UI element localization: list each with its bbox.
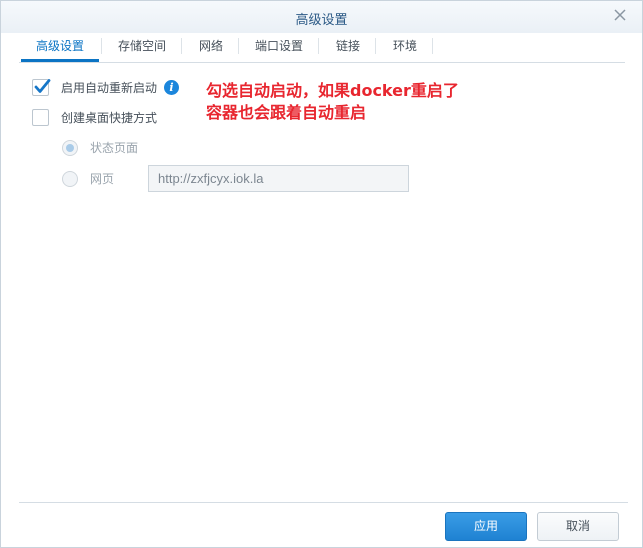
status-page-label: 状态页面 [90,141,139,155]
desktop-shortcut-checkbox[interactable] [32,109,49,126]
desktop-shortcut-label: 创建桌面快捷方式 [61,111,158,125]
annotation-line-2: 容器也会跟着自动重启 [206,103,367,122]
tab-divider [318,38,319,54]
webpage-label: 网页 [90,172,115,186]
webpage-radio[interactable] [62,170,78,187]
tab-storage[interactable]: 存储空间 [107,33,177,62]
footer-divider [19,502,628,503]
dialog-title: 高级设置 [295,13,348,28]
tab-bar: 高级设置 存储空间 网络 端口设置 链接 环境 [19,33,625,63]
auto-restart-label: 启用自动重新启动 [61,81,158,95]
tab-divider [181,38,182,54]
status-page-option: 状态页面 [62,139,138,156]
tab-environment[interactable]: 环境 [381,33,429,62]
tab-advanced-settings[interactable]: 高级设置 [21,33,99,62]
tab-divider [238,38,239,54]
info-icon[interactable]: i [164,80,180,95]
webpage-option: 网页 [62,170,114,187]
annotation-line-1: 勾选自动启动，如果docker重启了 [206,81,459,100]
tab-port-settings[interactable]: 端口设置 [244,33,314,62]
dialog-titlebar: 高级设置 [1,1,642,33]
desktop-shortcut-option: 创建桌面快捷方式 [32,109,157,126]
checkmark-icon [34,79,51,93]
auto-restart-option: 启用自动重新启动 i [32,79,180,96]
annotation-note: 勾选自动启动，如果docker重启了 容器也会跟着自动重启 [206,80,459,124]
tab-links[interactable]: 链接 [324,33,372,62]
advanced-settings-dialog: 高级设置 高级设置 存储空间 网络 端口设置 链接 环境 启用自动重新启动 i … [0,0,643,548]
status-page-radio[interactable] [62,139,78,156]
tab-divider [101,38,102,54]
cancel-button[interactable]: 取消 [537,512,619,541]
tab-divider [432,38,433,54]
close-icon[interactable] [612,7,628,23]
tab-divider [375,38,376,54]
tab-network[interactable]: 网络 [187,33,235,62]
apply-button[interactable]: 应用 [445,512,527,541]
auto-restart-checkbox[interactable] [32,79,51,96]
webpage-url-input[interactable]: http://zxfjcyx.iok.la [148,165,409,192]
